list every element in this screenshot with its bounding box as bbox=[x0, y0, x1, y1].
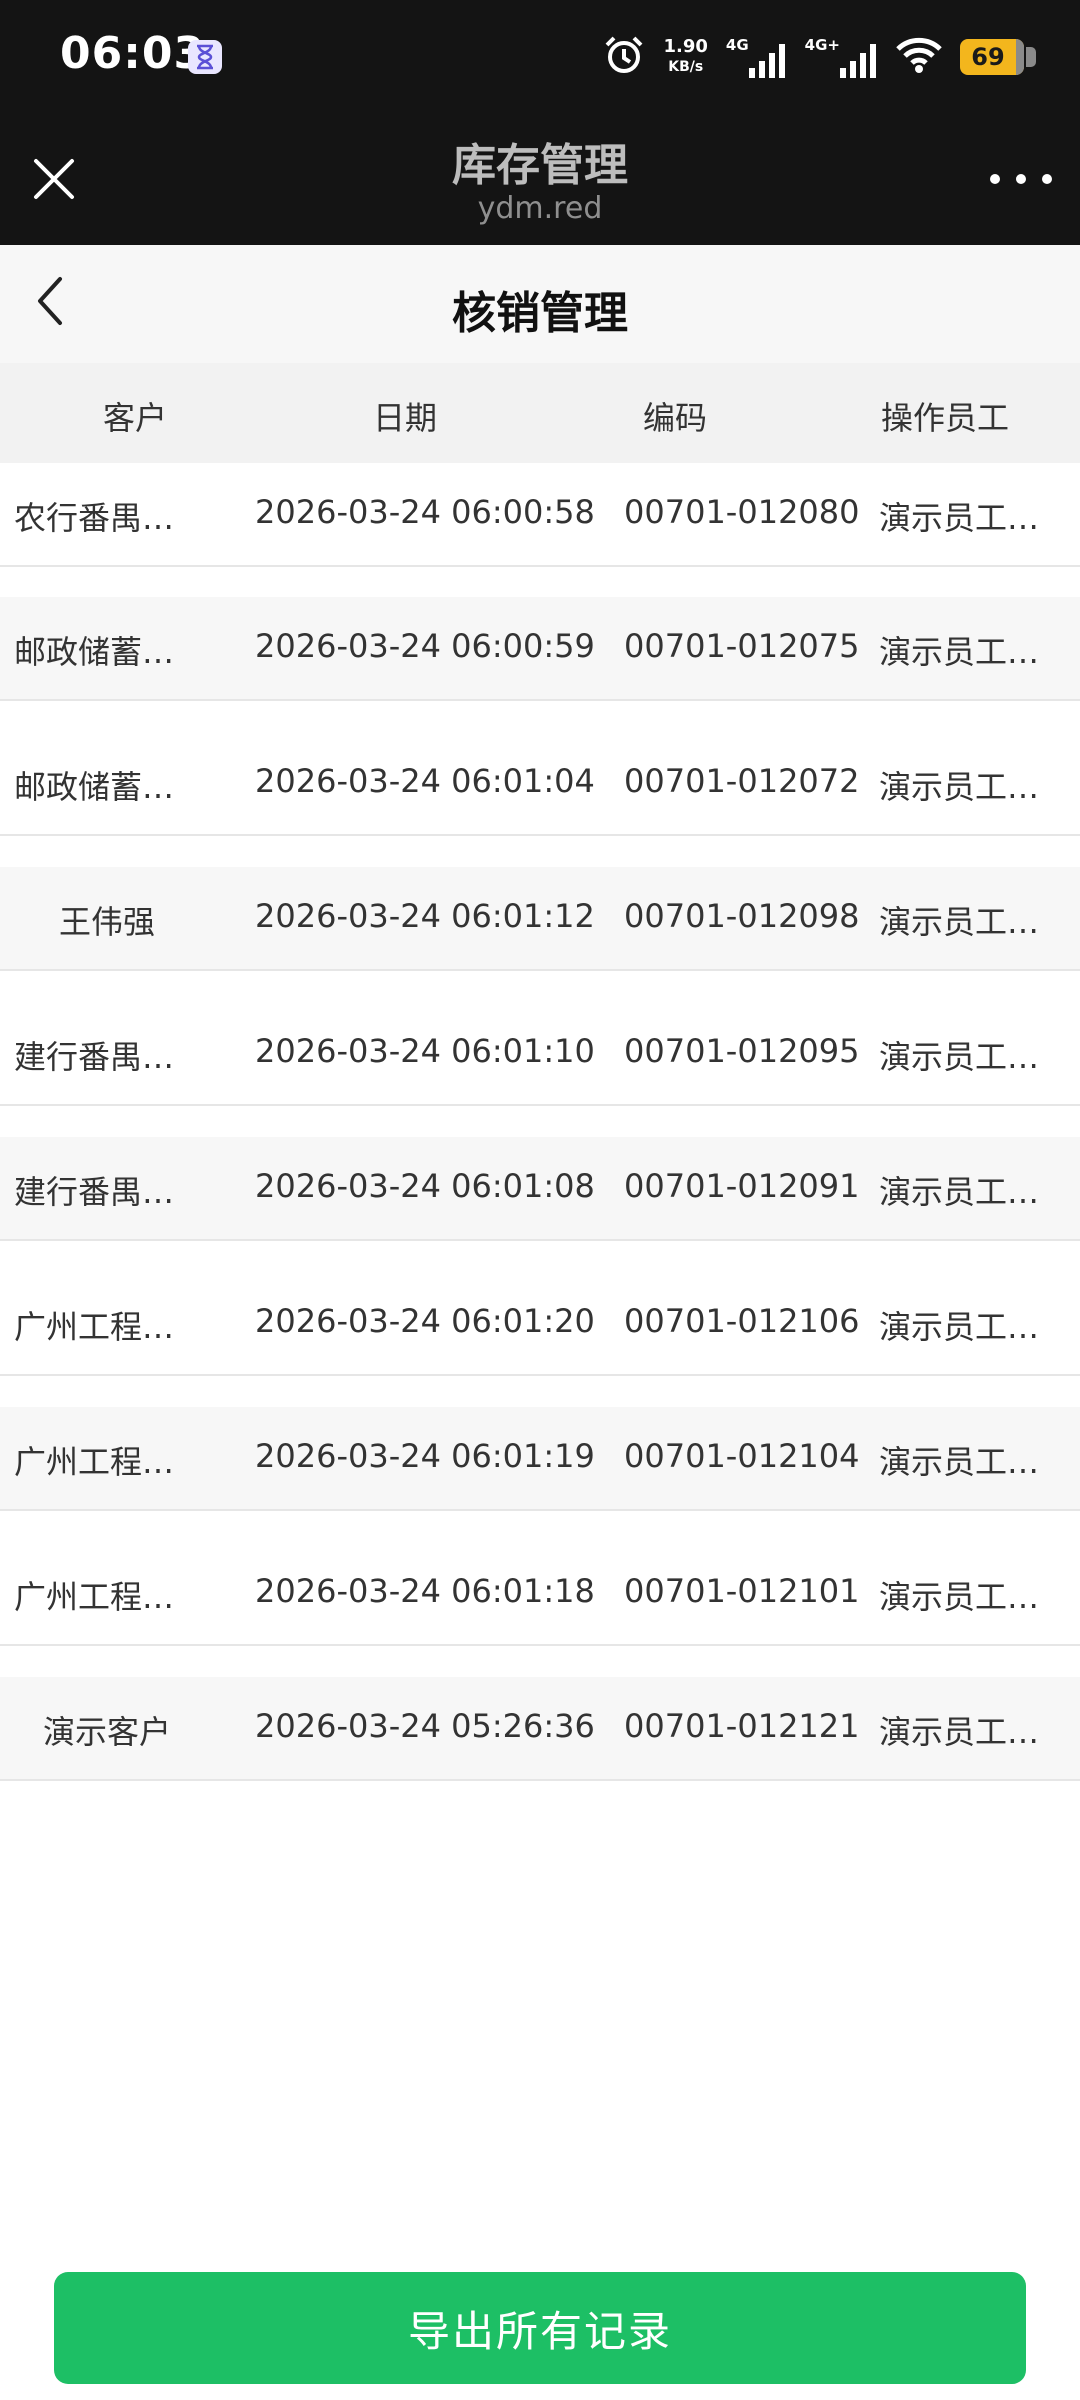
status-indicators: 1.90 KB/s 4G 4G+ 69 bbox=[602, 32, 1036, 82]
column-header-customer: 客户 bbox=[102, 399, 167, 437]
cell-code: 00701-012091 bbox=[624, 1167, 860, 1205]
more-icon[interactable] bbox=[990, 167, 1052, 191]
cell-operator: 演示员工… bbox=[879, 1713, 1040, 1751]
cell-customer: 建行番禺… bbox=[14, 1038, 175, 1076]
app-title: 库存管理 bbox=[452, 140, 628, 191]
table-row[interactable]: 邮政储蓄… 2026-03-24 06:01:04 00701-012072 演… bbox=[0, 732, 1080, 836]
signal-icon: 4G bbox=[726, 36, 787, 78]
page-title: 核销管理 bbox=[452, 288, 628, 339]
network-type-1: 4G bbox=[725, 36, 749, 54]
cell-customer: 广州工程… bbox=[14, 1443, 175, 1481]
cell-code: 00701-012080 bbox=[624, 493, 860, 531]
column-header-date: 日期 bbox=[372, 399, 437, 437]
network-speed: 1.90 KB/s bbox=[664, 37, 708, 77]
cell-date: 2026-03-24 06:01:08 bbox=[255, 1167, 595, 1205]
table-row[interactable]: 演示客户 2026-03-24 05:26:36 00701-012121 演示… bbox=[0, 1677, 1080, 1781]
cell-code: 00701-012106 bbox=[624, 1302, 860, 1340]
cell-date: 2026-03-24 06:00:59 bbox=[255, 627, 595, 665]
cell-operator: 演示员工… bbox=[879, 633, 1040, 671]
cell-date: 2026-03-24 05:26:36 bbox=[255, 1707, 595, 1745]
cell-date: 2026-03-24 06:01:19 bbox=[255, 1437, 595, 1475]
speed-value: 1.90 bbox=[663, 36, 708, 57]
speed-unit: KB/s bbox=[668, 59, 704, 75]
cell-customer: 农行番禺… bbox=[14, 499, 175, 537]
table-row[interactable]: 建行番禺… 2026-03-24 06:01:10 00701-012095 演… bbox=[0, 1002, 1080, 1106]
cell-code: 00701-012075 bbox=[624, 627, 860, 665]
column-header-operator: 操作员工 bbox=[880, 399, 1009, 437]
status-time: 06:03 bbox=[60, 28, 206, 79]
signal-icon-2: 4G+ bbox=[805, 36, 878, 78]
table-row[interactable]: 建行番禺… 2026-03-24 06:01:08 00701-012091 演… bbox=[0, 1137, 1080, 1241]
cell-code: 00701-012101 bbox=[624, 1572, 860, 1610]
cell-customer: 邮政储蓄… bbox=[14, 633, 175, 671]
cell-operator: 演示员工… bbox=[879, 1443, 1040, 1481]
cell-customer: 演示客户 bbox=[42, 1713, 171, 1751]
network-type-2: 4G+ bbox=[804, 36, 840, 54]
cell-date: 2026-03-24 06:01:20 bbox=[255, 1302, 595, 1340]
cell-customer: 广州工程… bbox=[14, 1578, 175, 1616]
cell-code: 00701-012072 bbox=[624, 762, 860, 800]
table-header: 客户 日期 编码 操作员工 bbox=[0, 363, 1080, 463]
page-header: 核销管理 bbox=[0, 245, 1080, 363]
cell-customer: 王伟强 bbox=[58, 903, 155, 941]
cell-operator: 演示员工… bbox=[879, 903, 1040, 941]
cell-operator: 演示员工… bbox=[879, 1308, 1040, 1346]
app-url: ydm.red bbox=[477, 191, 603, 226]
table-row[interactable]: 农行番禺… 2026-03-24 06:00:58 00701-012080 演… bbox=[0, 463, 1080, 567]
cell-date: 2026-03-24 06:01:04 bbox=[255, 762, 595, 800]
cell-code: 00701-012098 bbox=[624, 897, 860, 935]
battery-icon: 69 bbox=[960, 39, 1036, 75]
table-row[interactable]: 邮政储蓄… 2026-03-24 06:00:59 00701-012075 演… bbox=[0, 597, 1080, 701]
status-bar: 06:03 1.90 KB/s 4G 4G+ 69 bbox=[0, 0, 1080, 115]
cell-customer: 邮政储蓄… bbox=[14, 768, 175, 806]
table-row[interactable]: 王伟强 2026-03-24 06:01:12 00701-012098 演示员… bbox=[0, 867, 1080, 971]
battery-level: 69 bbox=[971, 43, 1005, 71]
cell-operator: 演示员工… bbox=[879, 1038, 1040, 1076]
app-bar: 库存管理 ydm.red bbox=[0, 115, 1080, 245]
cell-code: 00701-012095 bbox=[624, 1032, 860, 1070]
cell-operator: 演示员工… bbox=[879, 768, 1040, 806]
cell-date: 2026-03-24 06:01:10 bbox=[255, 1032, 595, 1070]
cell-operator: 演示员工… bbox=[879, 1578, 1040, 1616]
cell-date: 2026-03-24 06:00:58 bbox=[255, 493, 595, 531]
cell-code: 00701-012104 bbox=[624, 1437, 860, 1475]
export-all-button[interactable]: 导出所有记录 bbox=[54, 2272, 1026, 2384]
cell-operator: 演示员工… bbox=[879, 499, 1040, 537]
cell-date: 2026-03-24 06:01:18 bbox=[255, 1572, 595, 1610]
table-row[interactable]: 广州工程… 2026-03-24 06:01:20 00701-012106 演… bbox=[0, 1272, 1080, 1376]
cell-customer: 广州工程… bbox=[14, 1308, 175, 1346]
cell-operator: 演示员工… bbox=[879, 1173, 1040, 1211]
cell-date: 2026-03-24 06:01:12 bbox=[255, 897, 595, 935]
hourglass-icon bbox=[188, 40, 222, 74]
wifi-icon bbox=[896, 37, 942, 77]
table-row[interactable]: 广州工程… 2026-03-24 06:01:19 00701-012104 演… bbox=[0, 1407, 1080, 1511]
table-row[interactable]: 广州工程… 2026-03-24 06:01:18 00701-012101 演… bbox=[0, 1542, 1080, 1646]
alarm-icon bbox=[602, 33, 646, 81]
cell-customer: 建行番禺… bbox=[14, 1173, 175, 1211]
cell-code: 00701-012121 bbox=[624, 1707, 860, 1745]
column-header-code: 编码 bbox=[642, 399, 707, 437]
